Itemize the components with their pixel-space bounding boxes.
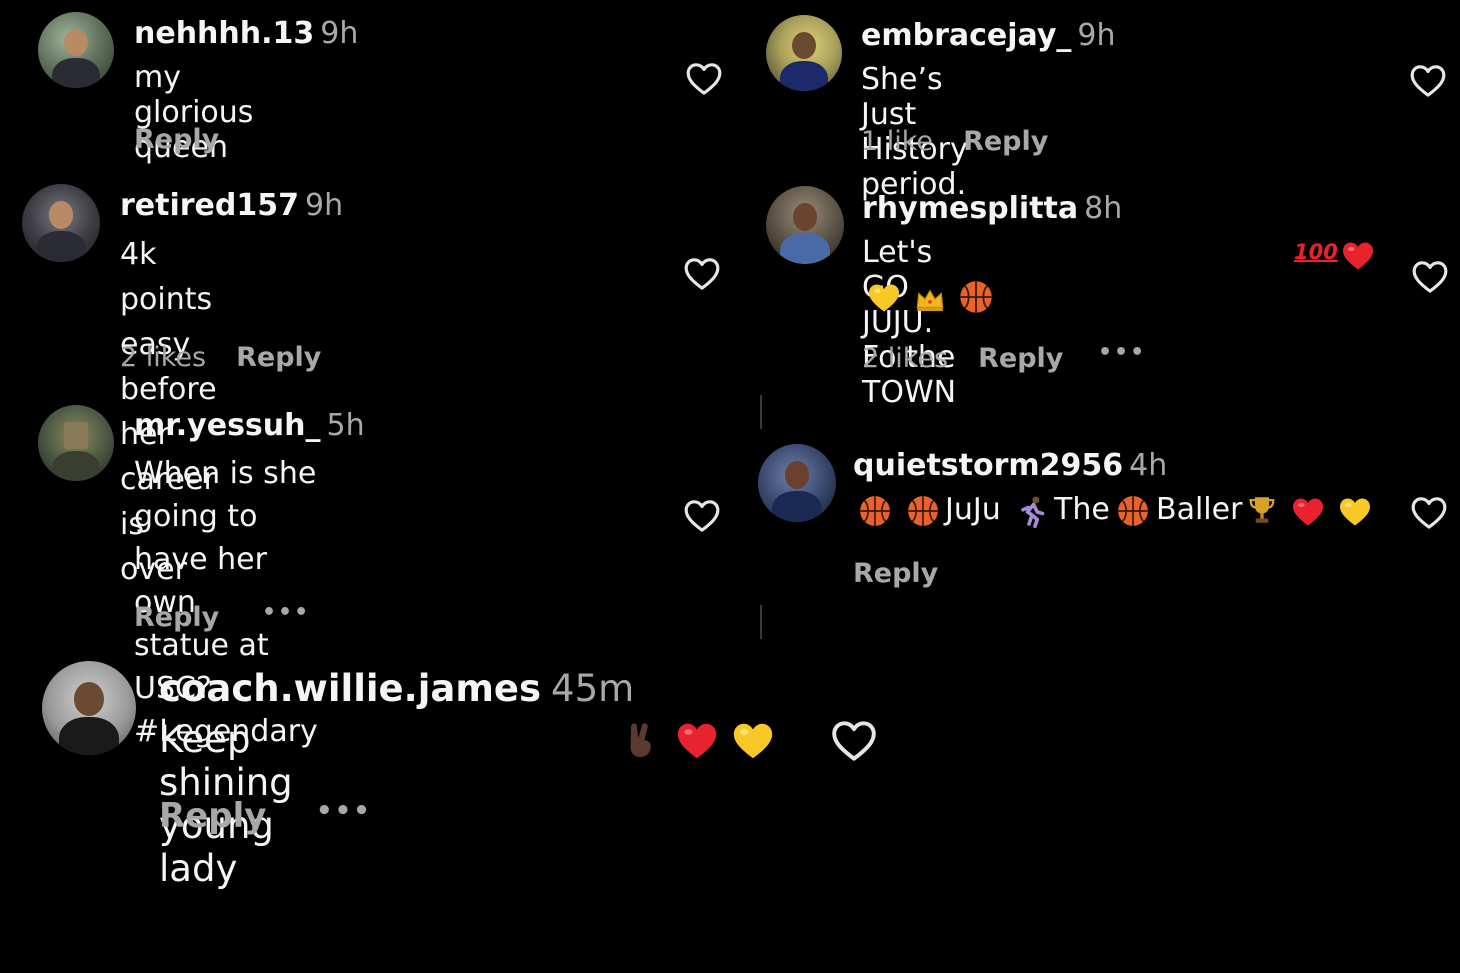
basketball-icon: [906, 494, 940, 532]
reply-button[interactable]: Reply: [978, 343, 1063, 374]
reply-button[interactable]: Reply: [134, 124, 219, 155]
timestamp: 8h: [1084, 191, 1123, 226]
more-options-button[interactable]: •••: [262, 600, 310, 625]
reply-button[interactable]: Reply: [963, 126, 1048, 157]
avatar[interactable]: [766, 186, 844, 264]
avatar[interactable]: [22, 184, 100, 262]
avatar[interactable]: [766, 15, 842, 91]
likes-count[interactable]: 1 like: [861, 126, 933, 157]
avatar[interactable]: [38, 12, 114, 88]
reply-button[interactable]: Reply: [134, 602, 219, 633]
red-heart-icon: [674, 718, 720, 768]
timestamp: 5h: [326, 408, 365, 443]
timestamp: 9h: [305, 188, 344, 223]
timestamp: 9h: [1077, 18, 1116, 53]
comment-text-juju: JuJu: [945, 492, 1001, 527]
avatar[interactable]: [38, 405, 114, 481]
likes-count[interactable]: 2 likes: [120, 342, 206, 373]
red-heart-icon: [1340, 238, 1376, 278]
comment-text-the: The: [1054, 492, 1110, 527]
username[interactable]: embracejay_: [861, 18, 1071, 53]
timestamp: 9h: [320, 16, 359, 51]
more-options-button[interactable]: •••: [316, 796, 372, 826]
username[interactable]: quietstorm2956: [853, 448, 1123, 483]
timestamp: 45m: [551, 667, 635, 710]
more-options-button[interactable]: •••: [1098, 340, 1146, 365]
reply-button[interactable]: Reply: [159, 796, 266, 836]
like-heart-icon[interactable]: [1408, 61, 1448, 101]
yellow-heart-icon: [1337, 494, 1373, 534]
like-heart-icon[interactable]: [682, 496, 722, 536]
victory-hand-icon: [620, 718, 662, 766]
yellow-heart-icon: [730, 718, 776, 768]
reply-button[interactable]: Reply: [236, 342, 321, 373]
avatar[interactable]: [42, 661, 136, 755]
like-heart-icon[interactable]: [1409, 493, 1449, 533]
comment-text-baller: Baller: [1156, 492, 1243, 527]
likes-count[interactable]: 2 likes: [862, 343, 948, 374]
runner-icon: [1014, 494, 1050, 534]
avatar[interactable]: [758, 444, 836, 522]
crown-icon: [912, 282, 948, 320]
basketball-icon: [958, 279, 994, 319]
like-heart-icon[interactable]: [1410, 257, 1450, 297]
like-heart-icon[interactable]: [684, 59, 724, 99]
basketball-icon: [858, 494, 892, 532]
red-heart-icon: [1290, 494, 1326, 534]
thread-divider-bottom: [760, 605, 762, 639]
reply-button[interactable]: Reply: [853, 558, 938, 589]
yellow-heart-icon: [866, 280, 902, 320]
username[interactable]: mr.yessuh_: [134, 408, 321, 443]
trophy-icon: [1245, 492, 1279, 532]
username[interactable]: retired157: [120, 188, 299, 223]
username[interactable]: coach.willie.james: [159, 667, 541, 710]
like-heart-icon[interactable]: [682, 254, 722, 294]
thread-divider-top: [760, 395, 762, 429]
comment-text: Let's GO JUJU. Fo the TOWN: [862, 235, 957, 410]
username[interactable]: rhymesplitta: [862, 191, 1078, 226]
username[interactable]: nehhhh.13: [134, 16, 314, 51]
timestamp: 4h: [1129, 448, 1168, 483]
like-heart-icon[interactable]: [829, 716, 879, 766]
hundred-points-icon: 100: [1294, 240, 1338, 264]
basketball-icon: [1116, 494, 1150, 532]
